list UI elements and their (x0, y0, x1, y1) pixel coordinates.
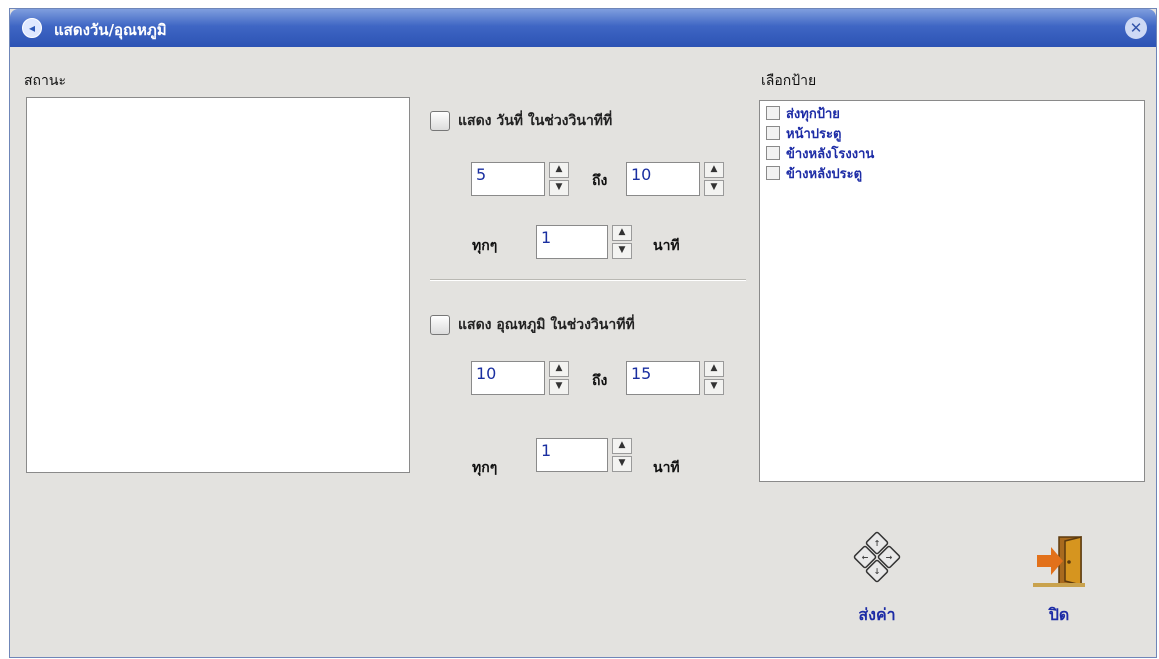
temp-checkbox-label: แสดง อุณหภูมิ ในช่วงวินาทีที่ (458, 317, 635, 333)
spin-down-icon[interactable]: ▼ (704, 180, 724, 196)
sign-list: ส่งทุกป้าย หน้าประตู ข้างหลังโรงงาน ข้าง… (766, 103, 874, 183)
section-divider (430, 279, 746, 281)
temp-every-label: ทุกๆ (472, 460, 498, 476)
close-icon[interactable]: ✕ (1125, 17, 1147, 39)
temp-unit-label: นาที (653, 460, 680, 476)
date-to-spinner[interactable]: 10 ▲ ▼ (626, 162, 724, 196)
date-from-spinner[interactable]: 5 ▲ ▼ (471, 162, 569, 196)
window-title: แสดงวัน/อุณหภูมิ (54, 21, 167, 39)
temp-every-spinner[interactable]: 1 ▲ ▼ (536, 438, 632, 472)
sign-item-label: ข้างหลังโรงงาน (786, 146, 875, 162)
temp-from-spinner[interactable]: 10 ▲ ▼ (471, 361, 569, 395)
spin-down-icon[interactable]: ▼ (612, 243, 632, 259)
send-button[interactable]: ↑ ← → ↓ ส่งค่า (842, 531, 912, 628)
title-bar[interactable]: ◂ แสดงวัน/อุณหภูมิ ✕ (10, 9, 1156, 47)
show-date-checkbox[interactable]: แสดง วันที่ ในช่วงวินาทีที่ (430, 110, 612, 132)
dialog-window: ◂ แสดงวัน/อุณหภูมิ ✕ สถานะ แสดง วันที่ ใ… (9, 8, 1157, 658)
svg-text:←: ← (862, 553, 869, 562)
temp-from-input[interactable]: 10 (471, 361, 545, 395)
status-box[interactable] (26, 97, 410, 473)
sign-item-behind-door[interactable]: ข้างหลังประตู (766, 163, 874, 183)
spin-down-icon[interactable]: ▼ (549, 379, 569, 395)
temp-to-spinner[interactable]: 15 ▲ ▼ (626, 361, 724, 395)
temp-to-label: ถึง (592, 373, 608, 389)
spin-up-icon[interactable]: ▲ (612, 225, 632, 241)
sign-item-label: หน้าประตู (786, 126, 842, 142)
svg-text:↓: ↓ (874, 567, 881, 576)
date-to-input[interactable]: 10 (626, 162, 700, 196)
keys-icon: ↑ ← → ↓ (853, 531, 901, 583)
date-checkbox-box[interactable] (430, 111, 450, 131)
sign-checkbox[interactable] (766, 126, 780, 140)
spin-down-icon[interactable]: ▼ (549, 180, 569, 196)
status-label: สถานะ (24, 73, 66, 89)
sign-item-behind-factory[interactable]: ข้างหลังโรงงาน (766, 143, 874, 163)
date-to-spin-buttons[interactable]: ▲ ▼ (704, 162, 724, 196)
date-from-spin-buttons[interactable]: ▲ ▼ (549, 162, 569, 196)
spin-up-icon[interactable]: ▲ (549, 361, 569, 377)
spin-down-icon[interactable]: ▼ (704, 379, 724, 395)
svg-text:→: → (886, 553, 893, 562)
date-every-spinner[interactable]: 1 ▲ ▼ (536, 225, 632, 259)
date-every-spin-buttons[interactable]: ▲ ▼ (612, 225, 632, 259)
select-sign-label: เลือกป้าย (761, 73, 817, 89)
sign-checkbox[interactable] (766, 166, 780, 180)
spin-up-icon[interactable]: ▲ (704, 162, 724, 178)
spin-up-icon[interactable]: ▲ (549, 162, 569, 178)
temp-every-spin-buttons[interactable]: ▲ ▼ (612, 438, 632, 472)
temp-to-input[interactable]: 15 (626, 361, 700, 395)
exit-door-icon (1033, 536, 1085, 587)
close-label: ปิด (1048, 605, 1070, 624)
temp-from-spin-buttons[interactable]: ▲ ▼ (549, 361, 569, 395)
sign-checkbox[interactable] (766, 146, 780, 160)
show-temp-checkbox[interactable]: แสดง อุณหภูมิ ในช่วงวินาทีที่ (430, 314, 635, 336)
sign-item-all[interactable]: ส่งทุกป้าย (766, 103, 874, 123)
spin-down-icon[interactable]: ▼ (612, 456, 632, 472)
sign-list-box[interactable]: ส่งทุกป้าย หน้าประตู ข้างหลังโรงงาน ข้าง… (759, 100, 1145, 482)
date-every-label: ทุกๆ (472, 238, 498, 254)
date-checkbox-label: แสดง วันที่ ในช่วงวินาทีที่ (458, 113, 613, 129)
temp-to-spin-buttons[interactable]: ▲ ▼ (704, 361, 724, 395)
temp-checkbox-box[interactable] (430, 315, 450, 335)
sign-item-label: ส่งทุกป้าย (786, 106, 840, 122)
date-from-input[interactable]: 5 (471, 162, 545, 196)
date-every-input[interactable]: 1 (536, 225, 608, 259)
date-unit-label: นาที (653, 238, 680, 254)
temp-every-input[interactable]: 1 (536, 438, 608, 472)
date-to-label: ถึง (592, 173, 608, 189)
sign-checkbox[interactable] (766, 106, 780, 120)
app-icon: ◂ (22, 18, 42, 38)
svg-text:↑: ↑ (874, 539, 881, 548)
send-label: ส่งค่า (858, 605, 896, 624)
sign-item-front-door[interactable]: หน้าประตู (766, 123, 874, 143)
close-button[interactable]: ปิด (1024, 531, 1094, 628)
spin-up-icon[interactable]: ▲ (612, 438, 632, 454)
spin-up-icon[interactable]: ▲ (704, 361, 724, 377)
sign-item-label: ข้างหลังประตู (786, 166, 863, 182)
